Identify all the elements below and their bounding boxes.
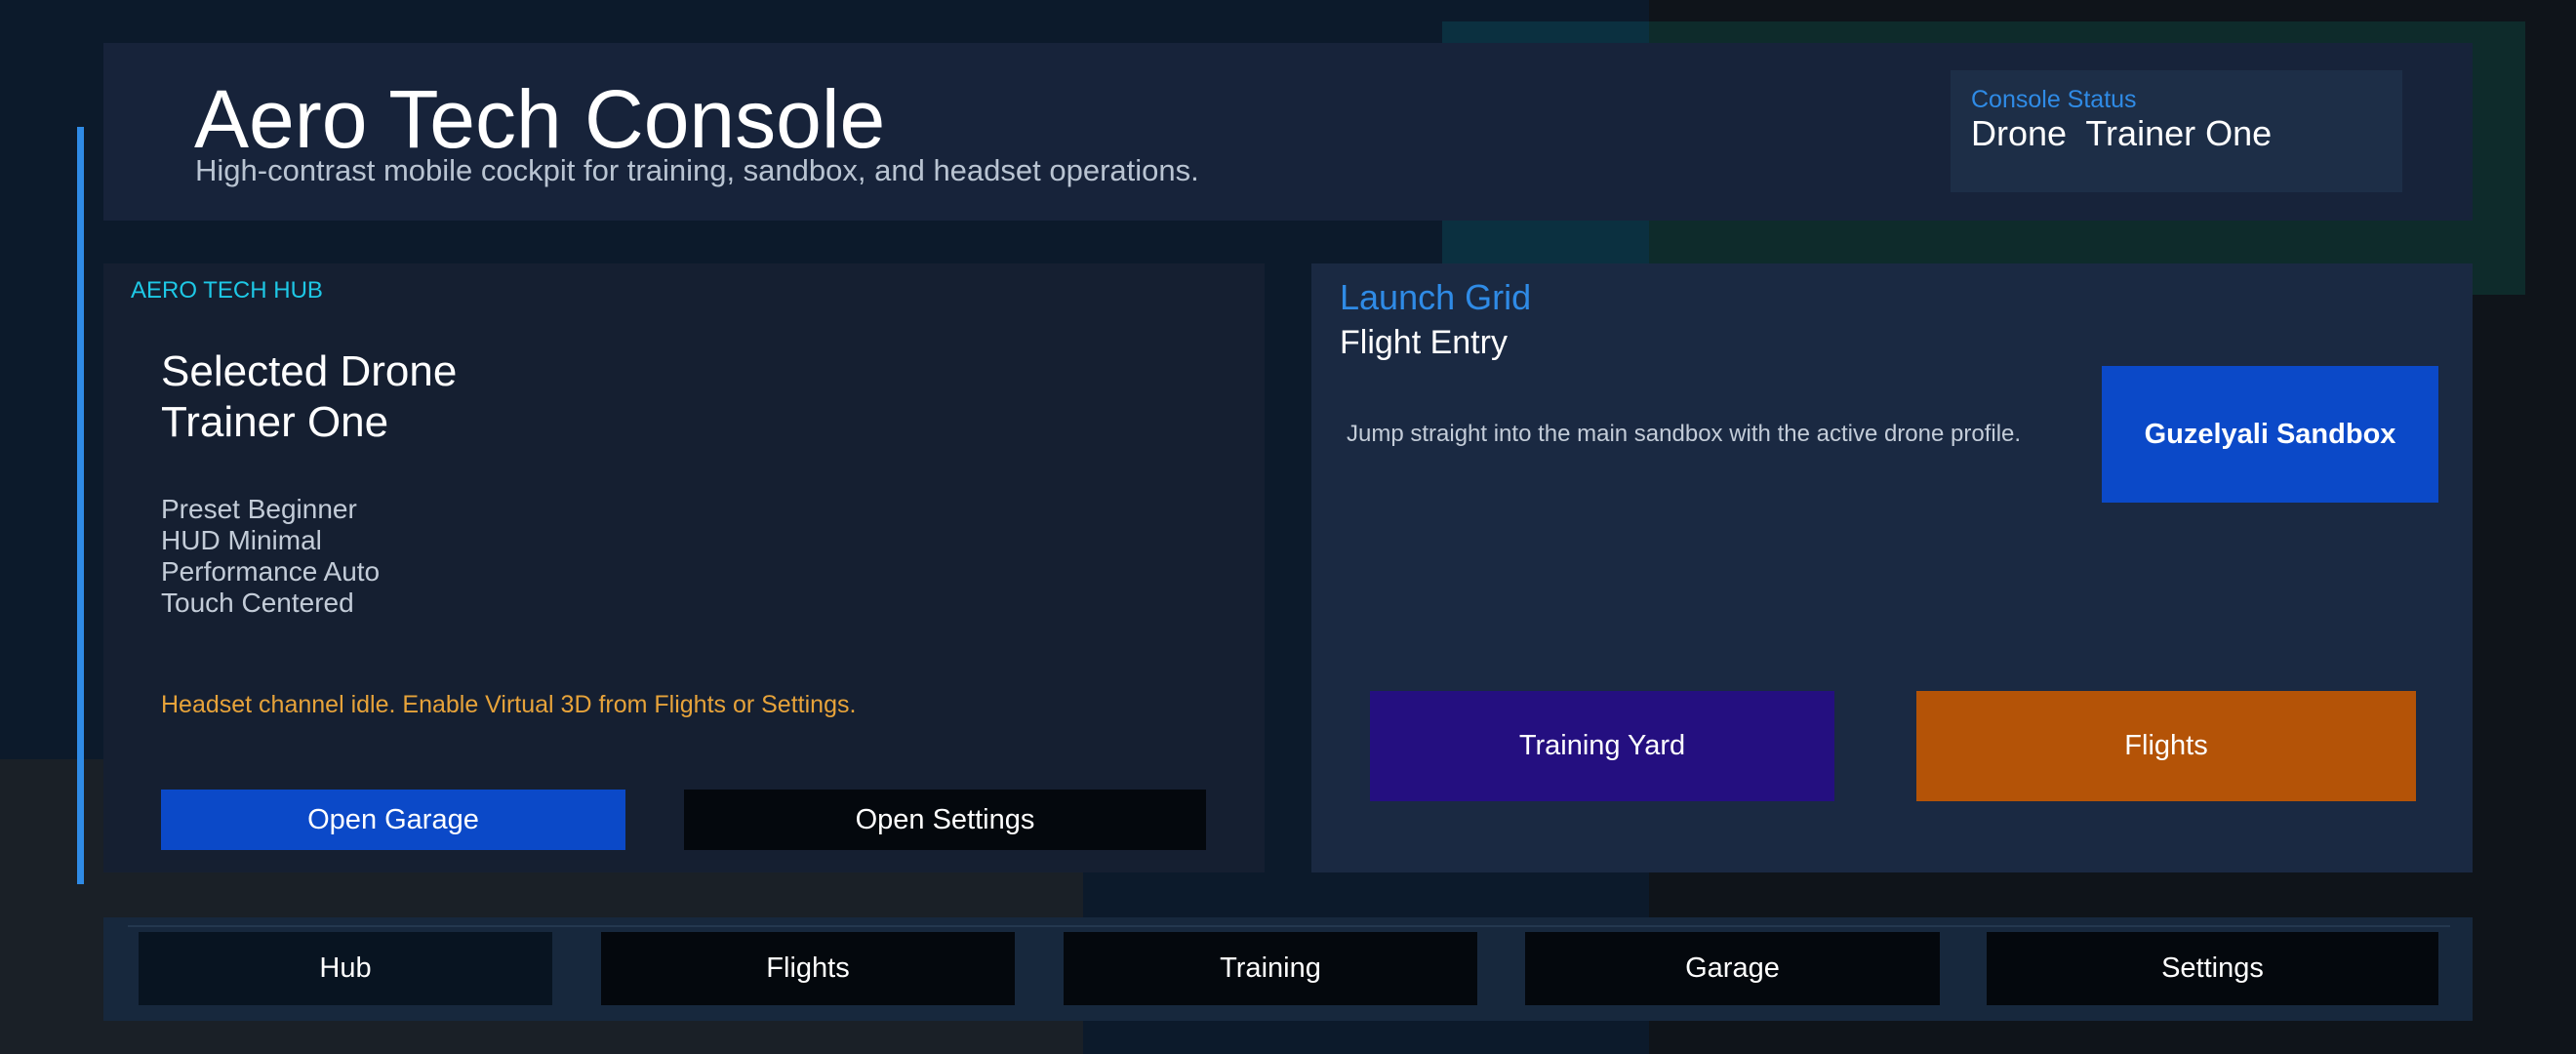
launch-grid-panel: Launch Grid Flight Entry Jump straight i… xyxy=(1311,264,2473,872)
bottom-nav: Hub Flights Training Garage Settings xyxy=(103,917,2473,1021)
nav-tab-hub[interactable]: Hub xyxy=(139,932,552,1005)
headset-warning: Headset channel idle. Enable Virtual 3D … xyxy=(161,691,857,718)
console-status-value: Drone Trainer One xyxy=(1971,113,2273,153)
nav-tab-training[interactable]: Training xyxy=(1064,932,1477,1005)
accent-bar xyxy=(77,127,84,884)
open-garage-button[interactable]: Open Garage xyxy=(161,790,625,850)
flight-entry-description: Jump straight into the main sandbox with… xyxy=(1347,421,2022,447)
nav-divider xyxy=(128,925,2450,927)
nav-tab-flights[interactable]: Flights xyxy=(601,932,1015,1005)
console-status-label: Console Status xyxy=(1971,86,2137,113)
console-header: Aero Tech Console High-contrast mobile c… xyxy=(103,43,2473,221)
training-yard-button[interactable]: Training Yard xyxy=(1370,691,1834,801)
detail-touch: Touch Centered xyxy=(161,588,354,618)
page-subtitle: High-contrast mobile cockpit for trainin… xyxy=(195,153,1199,187)
launch-grid-title: Launch Grid xyxy=(1340,277,1532,317)
console-status-card: Console Status Drone Trainer One xyxy=(1951,70,2402,192)
selected-drone: Selected Drone Trainer One xyxy=(161,346,457,448)
drone-details: Preset Beginner HUD Minimal Performance … xyxy=(161,494,380,619)
detail-preset: Preset Beginner xyxy=(161,494,357,524)
hub-panel: AERO TECH HUB Selected Drone Trainer One… xyxy=(103,264,1265,872)
selected-drone-heading: Selected Drone xyxy=(161,347,458,395)
open-settings-button[interactable]: Open Settings xyxy=(684,790,1206,850)
detail-performance: Performance Auto xyxy=(161,556,381,587)
nav-tab-settings[interactable]: Settings xyxy=(1987,932,2438,1005)
nav-tab-garage[interactable]: Garage xyxy=(1525,932,1940,1005)
page-title: Aero Tech Console xyxy=(194,73,886,165)
selected-drone-name: Trainer One xyxy=(161,398,389,446)
flights-button[interactable]: Flights xyxy=(1916,691,2416,801)
hub-eyebrow: AERO TECH HUB xyxy=(131,277,323,304)
detail-hud: HUD Minimal xyxy=(161,525,322,555)
guzelyali-sandbox-button[interactable]: Guzelyali Sandbox xyxy=(2102,366,2438,503)
flight-entry-heading: Flight Entry xyxy=(1340,324,1508,361)
